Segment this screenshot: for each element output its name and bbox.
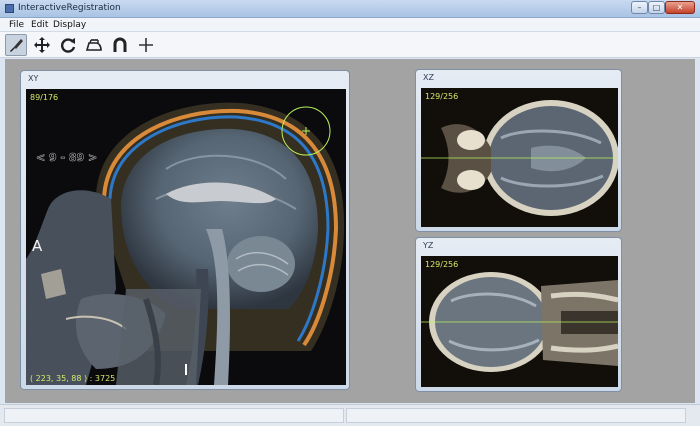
menu-bar: File Edit Display (0, 18, 700, 32)
coronal-mri-image (421, 256, 618, 387)
xz-view-panel: XZ 129/256 (415, 69, 622, 232)
magnet-tool-button[interactable] (109, 34, 131, 56)
menu-file[interactable]: File (9, 20, 24, 30)
xy-coordinate-readout: ( 223, 35, 88 ) : 3725 (30, 374, 116, 383)
close-button[interactable]: ✕ (665, 1, 695, 14)
xz-view-title: XZ (423, 73, 434, 82)
yz-slice-label: 129/256 (425, 260, 459, 269)
xy-view-title: XY (28, 74, 39, 83)
title-bar: InteractiveRegistration – □ ✕ (0, 0, 700, 18)
menu-edit[interactable]: Edit (31, 20, 48, 30)
rotate-tool-button[interactable] (57, 34, 79, 56)
magnet-icon (113, 37, 127, 52)
crosshair-icon (139, 38, 153, 52)
orientation-label-anterior: A (32, 237, 43, 255)
move-icon (34, 37, 50, 53)
yz-view-title: YZ (423, 241, 434, 250)
yz-viewport[interactable]: 129/256 (421, 256, 618, 387)
status-cell-right (346, 408, 686, 423)
iron-icon (85, 39, 102, 51)
iron-tool-button[interactable] (83, 34, 105, 56)
xy-view-panel: XY 89/176 < 9 - 89 > A (223, 35, 88):… (20, 70, 350, 390)
brush-tool-button[interactable] (5, 34, 27, 56)
rotate-icon (61, 38, 76, 53)
toolbar (0, 32, 700, 58)
xy-viewport[interactable]: 89/176 < 9 - 89 > A ( 223, 35, 88 ) : 37… (26, 89, 346, 385)
axial-mri-image (421, 88, 618, 227)
menu-display[interactable]: Display (53, 20, 86, 30)
maximize-button[interactable]: □ (648, 1, 665, 14)
app-icon (5, 4, 14, 13)
xz-slice-label: 129/256 (425, 92, 459, 101)
xz-viewport[interactable]: 129/256 (421, 88, 618, 227)
status-cell-left (4, 408, 344, 423)
sagittal-mri-image (26, 102, 345, 385)
crosshair-tool-button[interactable] (135, 34, 157, 56)
yz-view-panel: YZ 129/256 (415, 237, 622, 392)
minimize-button[interactable]: – (631, 1, 648, 14)
window-title: InteractiveRegistration (18, 3, 121, 13)
xy-slice-label: 89/176 (30, 93, 59, 102)
brush-icon (10, 39, 23, 52)
xy-annotation: < 9 - 89 > (36, 151, 98, 165)
status-bar (0, 404, 700, 426)
move-tool-button[interactable] (31, 34, 53, 56)
